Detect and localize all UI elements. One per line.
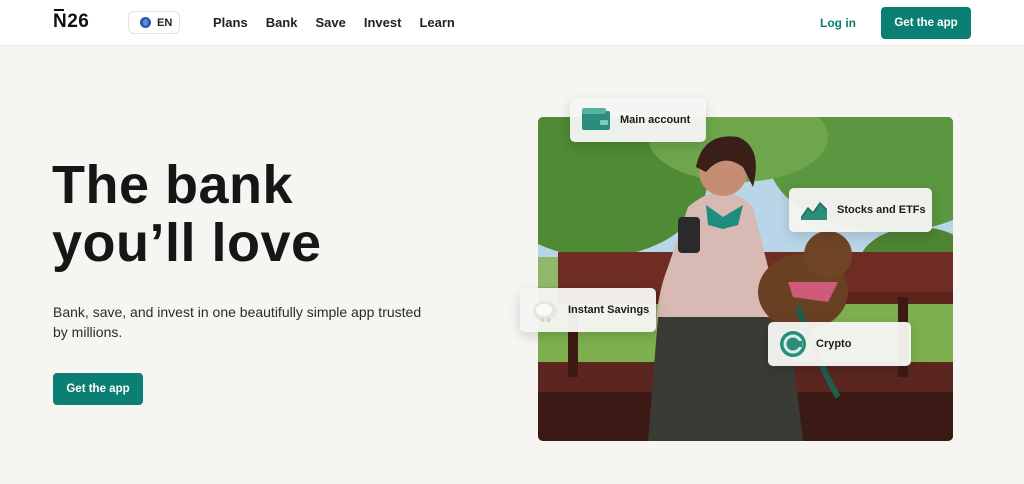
nav-item-bank[interactable]: Bank xyxy=(266,15,298,30)
hero-subtitle: Bank, save, and invest in one beautifull… xyxy=(53,304,422,340)
language-label: EN xyxy=(157,16,173,29)
hero-title-line-2: you’ll love xyxy=(52,213,322,273)
language-selector[interactable]: EN xyxy=(128,11,180,34)
nav-item-plans[interactable]: Plans xyxy=(213,15,248,30)
crypto-coin-icon xyxy=(780,331,806,357)
main-account-label: Main account xyxy=(620,114,691,126)
piggy-bank-icon xyxy=(533,301,557,322)
hero-title: The bank you’ll love xyxy=(52,156,322,272)
n26-logo[interactable]: N26 xyxy=(53,9,90,33)
globe-icon xyxy=(140,17,151,28)
instant-savings-card: Instant Savings xyxy=(520,288,656,332)
main-nav: Plans Bank Save Invest Learn xyxy=(213,15,473,30)
stocks-chart-icon xyxy=(801,201,827,220)
stocks-etfs-label: Stocks and ETFs xyxy=(837,204,926,216)
login-link[interactable]: Log in xyxy=(820,16,856,30)
hero-photo-illustration xyxy=(538,117,953,441)
nav-item-invest[interactable]: Invest xyxy=(364,15,402,30)
crypto-label: Crypto xyxy=(816,338,852,350)
logo-bar xyxy=(54,9,64,11)
wallet-icon xyxy=(582,108,610,130)
nav-item-save[interactable]: Save xyxy=(315,15,345,30)
get-app-hero-button[interactable]: Get the app xyxy=(53,373,143,405)
instant-savings-label: Instant Savings xyxy=(568,304,650,316)
logo-text: N26 xyxy=(53,11,90,32)
nav-item-learn[interactable]: Learn xyxy=(419,15,454,30)
stocks-etfs-card: Stocks and ETFs xyxy=(789,188,932,232)
hero-photo xyxy=(538,117,953,441)
main-account-card: Main account xyxy=(570,98,706,142)
top-navigation-bar: N26 EN Plans Bank Save Invest Learn Log … xyxy=(0,0,1024,46)
hero-title-line-1: The bank xyxy=(52,155,294,215)
get-app-header-button[interactable]: Get the app xyxy=(881,7,971,39)
crypto-card: Crypto xyxy=(768,322,911,366)
